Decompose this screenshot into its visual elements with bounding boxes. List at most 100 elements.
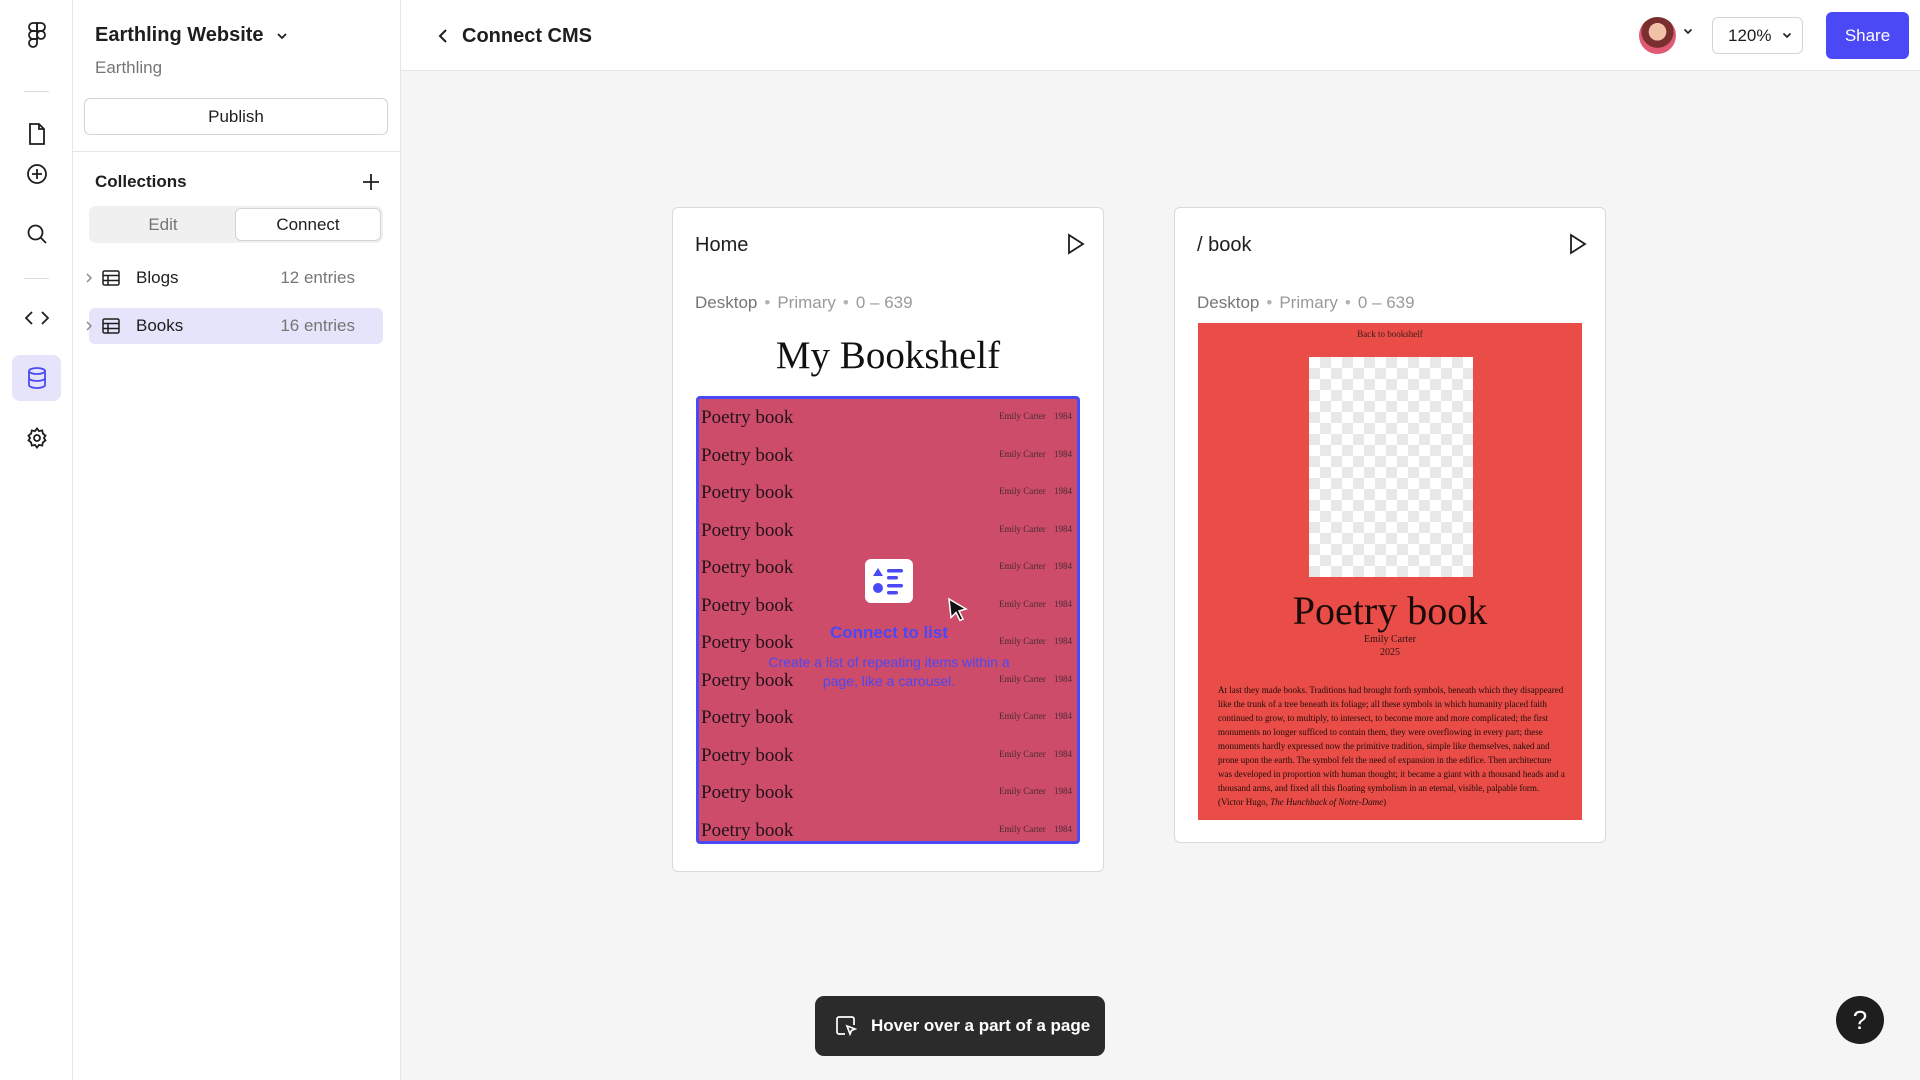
hover-select-icon xyxy=(836,1016,857,1037)
back-button[interactable] xyxy=(431,24,455,48)
connect-to-list-overlay[interactable]: Connect to list Create a list of repeatin… xyxy=(759,559,1019,691)
tab-edit[interactable]: Edit xyxy=(91,208,235,241)
book-row-author: Emily Carter xyxy=(999,823,1046,834)
tab-connect[interactable]: Connect xyxy=(235,208,381,241)
list-icon xyxy=(865,559,913,603)
team-name: Earthling xyxy=(95,58,163,77)
book-list-row[interactable]: Poetry book Emily Carter 1984 xyxy=(699,512,1077,549)
collection-name: Blogs xyxy=(136,268,179,287)
book-row-year: 1984 xyxy=(1054,411,1072,421)
insert-icon[interactable] xyxy=(12,151,61,197)
chevron-right-icon[interactable] xyxy=(79,321,97,331)
book-list-row[interactable]: Poetry book Emily Carter 1984 xyxy=(699,812,1077,845)
page-card-title: / book xyxy=(1197,234,1252,256)
add-collection-button[interactable] xyxy=(357,168,385,196)
book-row-title: Poetry book xyxy=(701,482,794,503)
top-bar: Connect CMS 120% Share xyxy=(401,0,1920,71)
book-row-title: Poetry book xyxy=(701,707,794,728)
breakpoint-type: Primary xyxy=(777,293,836,312)
breakpoint-range: 0 – 639 xyxy=(1357,293,1415,312)
figma-logo-icon[interactable] xyxy=(12,12,61,58)
book-row-year: 1984 xyxy=(1054,523,1072,534)
book-row-year: 1984 xyxy=(1054,711,1072,721)
cms-sidebar: Earthling Website Earthling Publish Coll… xyxy=(73,0,401,1080)
back-to-bookshelf-link[interactable]: Back to bookshelf xyxy=(1198,329,1582,339)
collection-item-blogs[interactable]: Blogs 12 entries xyxy=(85,260,383,296)
zoom-value: 120% xyxy=(1728,25,1772,45)
play-icon[interactable] xyxy=(1565,232,1589,256)
breakpoint-info: Desktop • Primary • 0 – 639 xyxy=(1197,293,1415,312)
search-icon[interactable] xyxy=(12,211,61,257)
breakpoint-range: 0 – 639 xyxy=(855,293,913,312)
share-button[interactable]: Share xyxy=(1826,12,1909,59)
home-page-preview: My Bookshelf Poetry book Emily Carter 1984… xyxy=(696,323,1080,844)
play-icon[interactable] xyxy=(1063,232,1087,256)
bookshelf-heading: My Bookshelf xyxy=(775,334,1001,377)
book-list-row[interactable]: Poetry book Emily Carter 1984 xyxy=(699,737,1077,774)
code-icon[interactable] xyxy=(12,295,61,341)
collection-name: Books xyxy=(136,316,184,335)
cms-icon[interactable] xyxy=(12,355,61,401)
sidebar-divider xyxy=(73,151,401,152)
book-row-title: Poetry book xyxy=(701,519,794,541)
help-button[interactable]: ? xyxy=(1836,996,1884,1044)
avatar[interactable] xyxy=(1639,17,1676,54)
book-row-author: Emily Carter xyxy=(999,523,1046,534)
book-description-text: At last they made books. Traditions had … xyxy=(1218,685,1565,807)
chevron-down-icon xyxy=(276,32,287,39)
table-icon xyxy=(102,270,122,286)
book-list-row[interactable]: Poetry book Emily Carter 1984 xyxy=(699,774,1077,811)
book-description-end: ) xyxy=(1383,797,1387,807)
book-list-row[interactable]: Poetry book Emily Carter 1984 xyxy=(699,474,1077,511)
breakpoint-info: Desktop • Primary • 0 – 639 xyxy=(695,293,913,312)
book-row-title: Poetry book xyxy=(701,782,794,803)
project-name: Earthling Website xyxy=(95,24,264,46)
mouse-cursor-icon xyxy=(947,597,969,628)
book-list-region[interactable]: Poetry book Emily Carter 1984 Poetry book Em… xyxy=(696,396,1080,844)
hint-toast-label: Hover over a part of a page xyxy=(871,1016,1091,1035)
book-list-row[interactable]: Poetry book Emily Carter 1984 xyxy=(699,399,1077,436)
settings-icon[interactable] xyxy=(12,415,61,461)
book-row-author: Emily Carter xyxy=(999,786,1046,796)
chevron-left-icon xyxy=(438,29,447,43)
book-row-year: 1984 xyxy=(1054,636,1072,646)
book-row-title: Poetry book xyxy=(701,407,794,428)
book-description-cite: The Hunchback of Notre-Dame xyxy=(1270,797,1384,807)
zoom-select[interactable]: 120% xyxy=(1712,17,1803,54)
book-author: Emily Carter xyxy=(1364,634,1416,645)
project-switcher[interactable]: Earthling Website xyxy=(95,24,288,47)
chevron-down-icon xyxy=(1782,32,1792,39)
collection-item-books[interactable]: Books 16 entries xyxy=(85,308,383,344)
book-page-preview: Back to bookshelf Poetry book Emily Cart… xyxy=(1198,323,1582,820)
book-list-row[interactable]: Poetry book Emily Carter 1984 xyxy=(699,437,1077,474)
icon-rail xyxy=(0,0,73,1080)
collection-count: 12 entries xyxy=(280,268,355,287)
book-row-year: 1984 xyxy=(1054,448,1072,459)
book-title: Poetry book xyxy=(1292,588,1488,633)
book-cover-image-placeholder[interactable] xyxy=(1309,357,1473,577)
breakpoint-device: Desktop xyxy=(1197,293,1260,312)
book-row-year: 1984 xyxy=(1054,598,1072,609)
table-icon xyxy=(102,318,122,334)
book-row-title: Poetry book xyxy=(701,819,794,841)
publish-button[interactable]: Publish xyxy=(84,98,388,135)
book-list-row[interactable]: Poetry book Emily Carter 1984 xyxy=(699,699,1077,736)
book-row-year: 1984 xyxy=(1054,823,1072,834)
book-row-author: Emily Carter xyxy=(999,711,1046,721)
page-card-book[interactable]: / book Desktop • Primary • 0 – 639 Back to b… xyxy=(1174,207,1606,843)
collections-title: Collections xyxy=(95,172,187,191)
plus-icon xyxy=(363,174,379,190)
mode-segmented-control: Edit Connect xyxy=(89,206,383,243)
book-description: At last they made books. Traditions had … xyxy=(1218,683,1566,809)
connect-to-list-title: Connect to list xyxy=(829,623,949,642)
chevron-right-icon[interactable] xyxy=(79,273,97,283)
chevron-down-icon[interactable] xyxy=(1683,28,1693,35)
book-row-title: Poetry book xyxy=(701,444,794,466)
book-row-title: Poetry book xyxy=(701,744,794,766)
page-title: Connect CMS xyxy=(462,25,592,47)
collection-count: 16 entries xyxy=(280,316,355,335)
breakpoint-type: Primary xyxy=(1279,293,1338,312)
page-card-home[interactable]: Home Desktop • Primary • 0 – 639 My Bookshel… xyxy=(672,207,1104,872)
book-year: 2025 xyxy=(1380,647,1400,658)
hint-toast: Hover over a part of a page xyxy=(815,996,1105,1056)
